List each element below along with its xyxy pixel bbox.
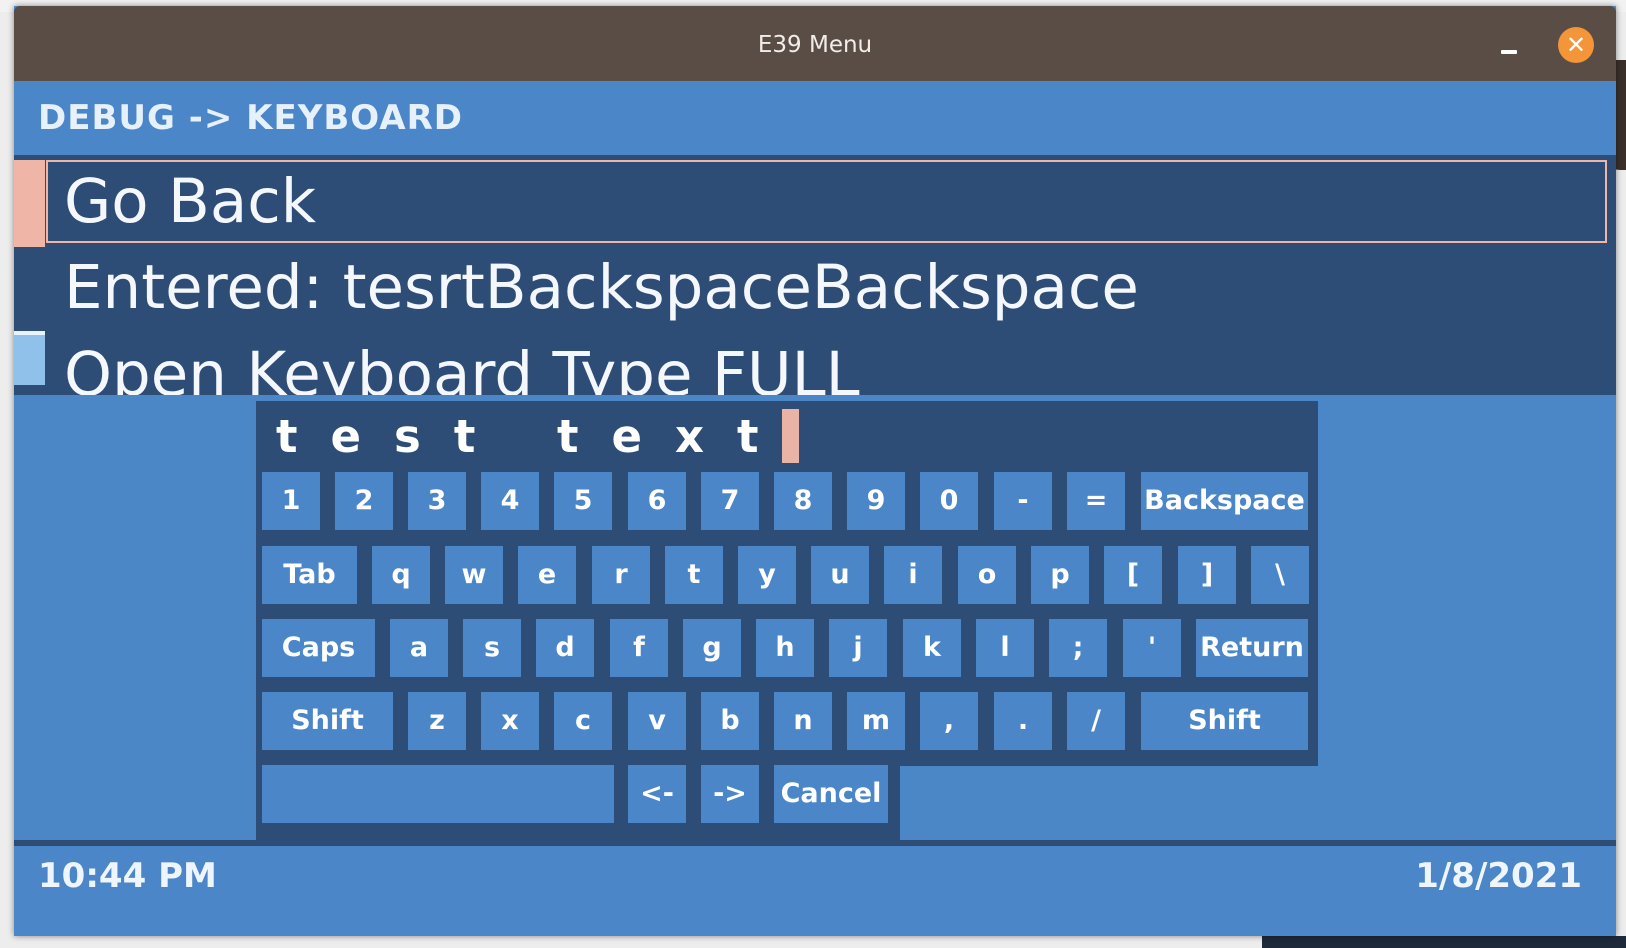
key[interactable]: z bbox=[408, 692, 466, 750]
menu-list: Go Back Entered: tesrtBackspaceBackspace… bbox=[14, 155, 1616, 395]
window-title: E39 Menu bbox=[757, 32, 873, 58]
app-window: E39 Menu ✕ DEBUG -> KEYBOARD Go Back Ent… bbox=[14, 6, 1616, 936]
key[interactable]: . bbox=[994, 692, 1052, 750]
key[interactable]: g bbox=[683, 619, 741, 677]
key[interactable]: f bbox=[610, 619, 668, 677]
key[interactable]: v bbox=[628, 692, 686, 750]
keyboard-input-display[interactable]: test text bbox=[262, 401, 1312, 476]
space-key[interactable] bbox=[262, 765, 614, 823]
return-key[interactable]: Return bbox=[1196, 619, 1308, 677]
menu-item-open-keyboard[interactable]: Open Keyboard Type FULL bbox=[14, 331, 1616, 395]
key[interactable]: l bbox=[976, 619, 1034, 677]
key[interactable]: ] bbox=[1178, 546, 1236, 604]
key[interactable]: m bbox=[847, 692, 905, 750]
status-footer: 10:44 PM 1/8/2021 bbox=[14, 840, 1616, 936]
title-bar[interactable]: E39 Menu ✕ bbox=[14, 6, 1616, 81]
key[interactable]: c bbox=[554, 692, 612, 750]
cursor-right-key[interactable]: -> bbox=[701, 765, 759, 823]
key[interactable]: = bbox=[1067, 472, 1125, 530]
key[interactable]: [ bbox=[1104, 546, 1162, 604]
minimize-button[interactable] bbox=[1494, 32, 1524, 62]
header-bar: DEBUG -> KEYBOARD bbox=[14, 81, 1616, 155]
close-icon: ✕ bbox=[1565, 31, 1587, 59]
key[interactable]: 4 bbox=[481, 472, 539, 530]
clock-time: 10:44 PM bbox=[38, 856, 217, 896]
cursor-left-key[interactable]: <- bbox=[628, 765, 686, 823]
minimize-icon bbox=[1501, 50, 1517, 54]
key[interactable]: , bbox=[920, 692, 978, 750]
key[interactable]: 9 bbox=[847, 472, 905, 530]
backspace-key[interactable]: Backspace bbox=[1141, 472, 1308, 530]
key[interactable]: n bbox=[774, 692, 832, 750]
desktop-background-strip bbox=[1262, 936, 1626, 948]
menu-item-go-back[interactable]: Go Back bbox=[14, 160, 1616, 247]
tab-key[interactable]: Tab bbox=[262, 546, 357, 604]
menu-item-label: Entered: tesrtBackspaceBackspace bbox=[64, 252, 1139, 323]
key[interactable]: h bbox=[756, 619, 814, 677]
key[interactable]: u bbox=[811, 546, 869, 604]
key[interactable]: r bbox=[592, 546, 650, 604]
key[interactable]: q bbox=[372, 546, 430, 604]
key[interactable]: a bbox=[390, 619, 448, 677]
key[interactable]: t bbox=[665, 546, 723, 604]
key[interactable]: 1 bbox=[262, 472, 320, 530]
close-button[interactable]: ✕ bbox=[1558, 27, 1594, 63]
key[interactable]: i bbox=[884, 546, 942, 604]
menu-item-label: Go Back bbox=[64, 166, 317, 237]
key[interactable]: 6 bbox=[628, 472, 686, 530]
menu-item-entered[interactable]: Entered: tesrtBackspaceBackspace bbox=[14, 247, 1616, 329]
key[interactable]: k bbox=[903, 619, 961, 677]
key[interactable]: 7 bbox=[701, 472, 759, 530]
cancel-button[interactable]: Cancel bbox=[774, 765, 888, 823]
key[interactable]: - bbox=[994, 472, 1052, 530]
key[interactable]: e bbox=[518, 546, 576, 604]
key[interactable]: o bbox=[958, 546, 1016, 604]
selection-marker bbox=[14, 160, 45, 247]
text-cursor bbox=[782, 409, 799, 463]
item-marker bbox=[14, 331, 45, 385]
keyboard-input-text: test text bbox=[276, 410, 792, 463]
clock-date: 1/8/2021 bbox=[1415, 856, 1582, 896]
key[interactable]: 8 bbox=[774, 472, 832, 530]
key[interactable]: \ bbox=[1251, 546, 1309, 604]
key[interactable]: p bbox=[1031, 546, 1089, 604]
caps-key[interactable]: Caps bbox=[262, 619, 375, 677]
key[interactable]: 2 bbox=[335, 472, 393, 530]
key[interactable]: b bbox=[701, 692, 759, 750]
key[interactable]: 0 bbox=[920, 472, 978, 530]
key[interactable]: y bbox=[738, 546, 796, 604]
key[interactable]: x bbox=[481, 692, 539, 750]
menu-item-label: Open Keyboard Type FULL bbox=[64, 339, 860, 395]
key[interactable]: j bbox=[829, 619, 887, 677]
key[interactable]: / bbox=[1067, 692, 1125, 750]
breadcrumb: DEBUG -> KEYBOARD bbox=[38, 98, 463, 138]
shift-right-key[interactable]: Shift bbox=[1141, 692, 1308, 750]
key[interactable]: 3 bbox=[408, 472, 466, 530]
key[interactable]: ' bbox=[1123, 619, 1181, 677]
shift-left-key[interactable]: Shift bbox=[262, 692, 393, 750]
key[interactable]: s bbox=[463, 619, 521, 677]
key[interactable]: w bbox=[445, 546, 503, 604]
key[interactable]: d bbox=[536, 619, 594, 677]
key[interactable]: ; bbox=[1049, 619, 1107, 677]
key[interactable]: 5 bbox=[554, 472, 612, 530]
